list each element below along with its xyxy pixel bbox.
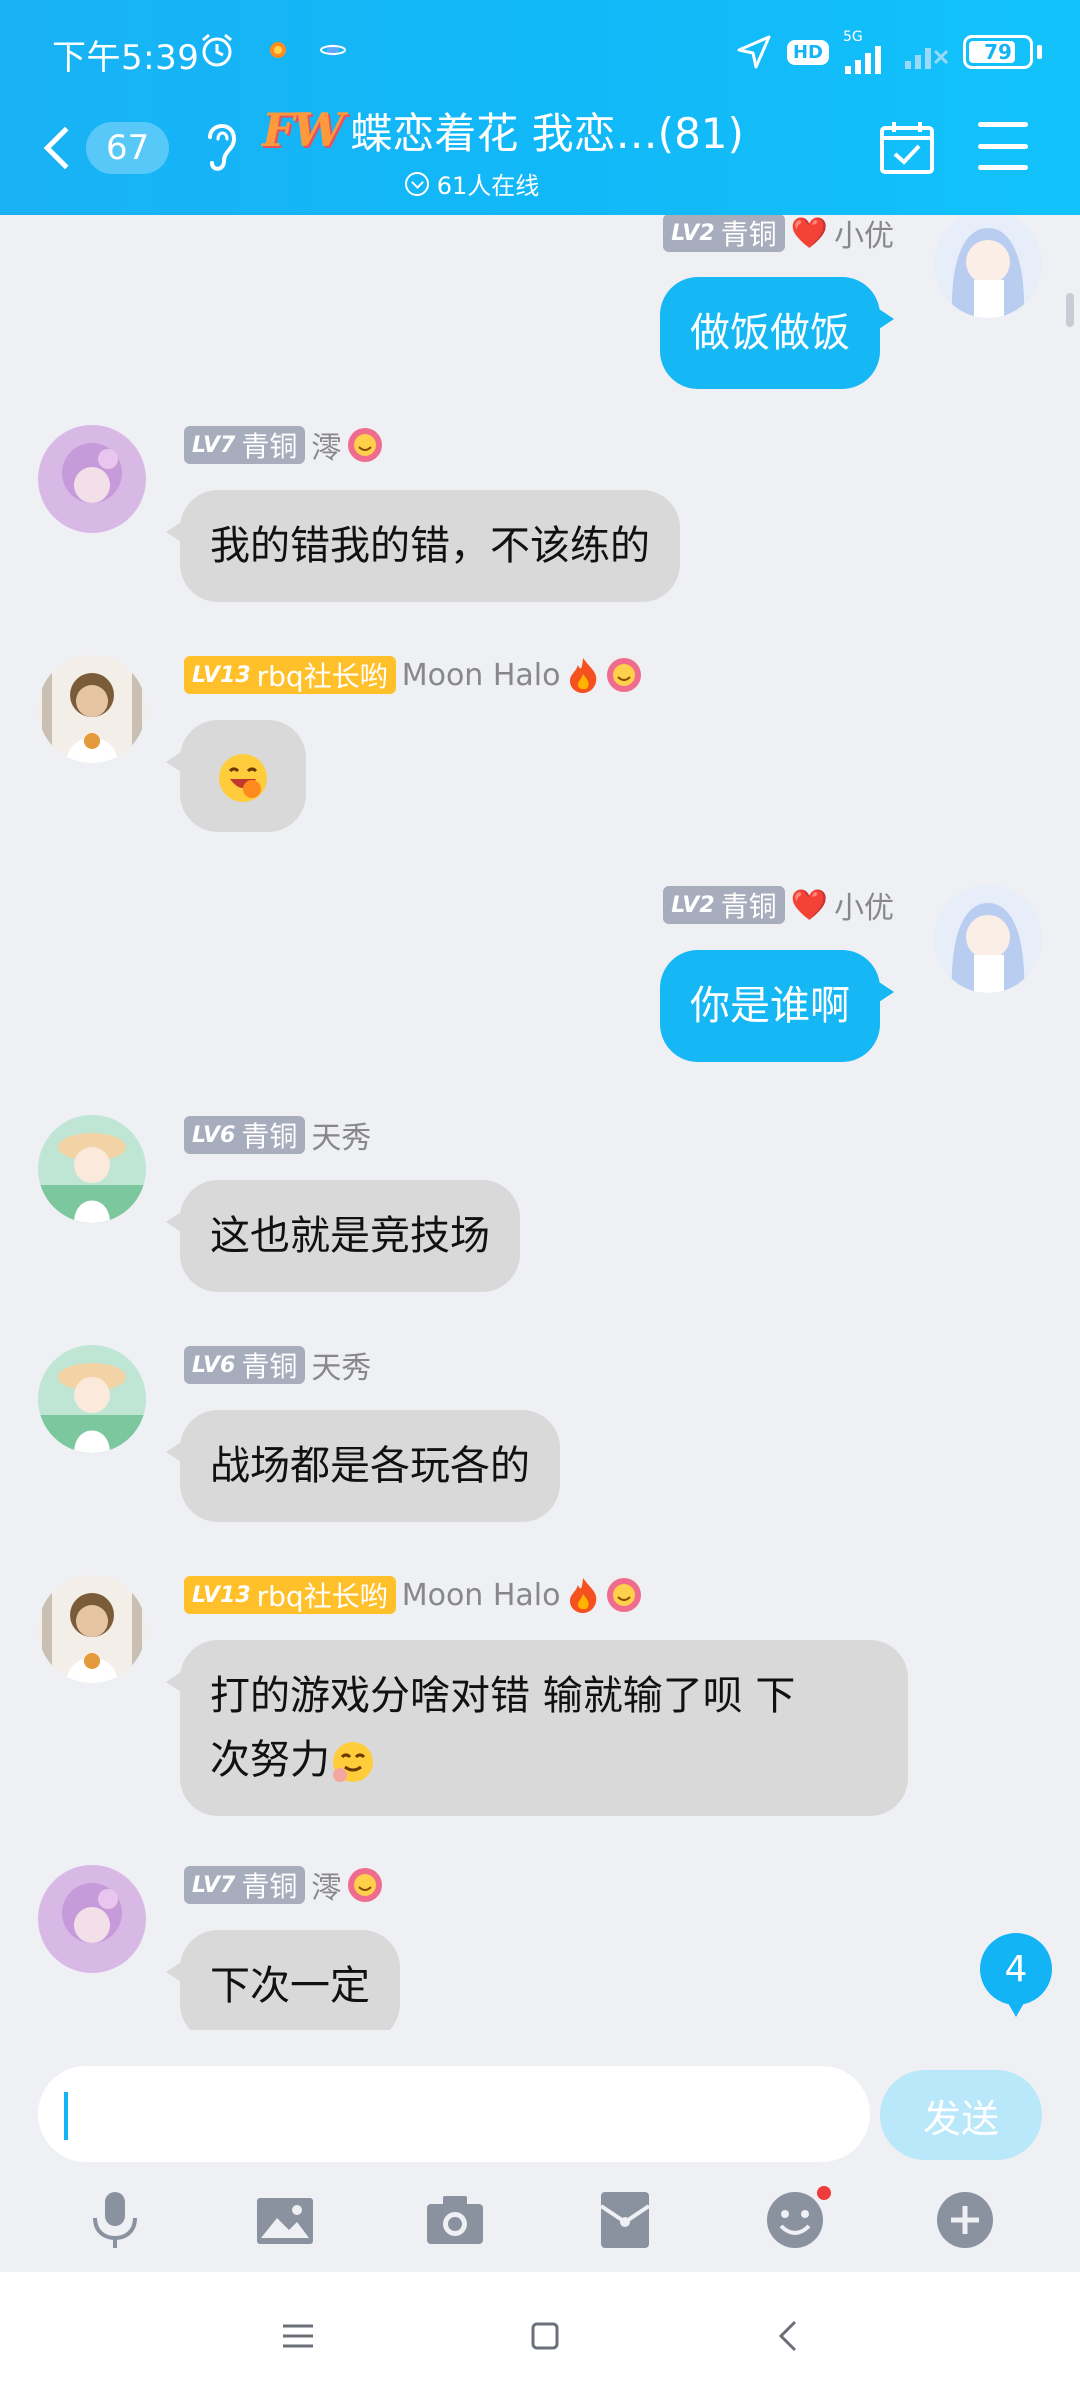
home-icon[interactable]: [530, 2321, 560, 2351]
smiley-icon: [767, 2192, 823, 2248]
message-bubble[interactable]: 战场都是各玩各的: [166, 1410, 560, 1522]
level-badge: LV13 rbq社长哟: [184, 1576, 396, 1614]
fire-icon: [570, 1578, 597, 1613]
image-icon[interactable]: [253, 2188, 317, 2252]
flower-badge-icon: [607, 658, 642, 692]
camera-icon[interactable]: [423, 2188, 487, 2252]
avatar[interactable]: [38, 1575, 146, 1683]
laughing-sticker-icon: [219, 754, 267, 802]
sender-name: 澪: [311, 431, 342, 466]
text-caret: [64, 2092, 68, 2140]
back-button[interactable]: 67: [40, 118, 170, 178]
avatar[interactable]: [38, 1115, 146, 1223]
fire-icon: [570, 658, 597, 693]
message-meta: LV13 rbq社长哟 Moon Halo: [184, 655, 642, 695]
message-bubble[interactable]: 下次一定: [166, 1930, 400, 2030]
sender-name: 天秀: [311, 1351, 372, 1386]
level-badge: LV2 青铜: [663, 886, 785, 924]
message-meta: LV7 青铜 澪: [184, 1865, 383, 1906]
chevron-down-circle-icon: [404, 171, 429, 196]
microphone-icon[interactable]: [83, 2188, 147, 2252]
avatar[interactable]: [38, 1865, 146, 1973]
fw-group-logo: FW: [262, 103, 344, 157]
avatar[interactable]: [934, 885, 1042, 993]
chat-header: 下午5:39 HD 5G 79 67 FW 蝶恋着花 我恋…(81) 61人在线: [0, 0, 1080, 215]
notification-dot: [817, 2186, 831, 2200]
chat-toolbar: [0, 2170, 1080, 2270]
alarm-icon: [202, 33, 232, 67]
heart-icon: ❤️: [790, 887, 828, 923]
scrollbar[interactable]: [1066, 293, 1074, 327]
ear-icon[interactable]: [200, 115, 240, 175]
send-button[interactable]: 发送: [880, 2070, 1042, 2160]
emoji-button[interactable]: [763, 2186, 831, 2252]
new-messages-badge[interactable]: 4: [980, 1933, 1052, 2017]
message-bubble[interactable]: 这也就是竞技场: [166, 1180, 520, 1292]
drooling-face-icon: [333, 1742, 373, 1782]
system-navigation-bar: [0, 2272, 1080, 2400]
online-count: 61人在线: [436, 172, 540, 200]
group-title-area[interactable]: FW 蝶恋着花 我恋…(81) 61人在线: [262, 100, 822, 210]
group-title: 蝶恋着花 我恋…(81): [350, 108, 744, 158]
calendar-check-icon[interactable]: [878, 118, 936, 176]
sender-name: 小优: [834, 891, 894, 926]
flower-badge-icon: [348, 428, 383, 462]
message-meta: LV6 青铜 天秀: [184, 1345, 372, 1386]
sender-name: Moon Halo: [401, 657, 561, 693]
avatar[interactable]: [38, 1345, 146, 1453]
message-bubble[interactable]: 打的游戏分啥对错 输就输了呗 下 次努力: [166, 1640, 908, 1816]
status-bar: 下午5:39 HD 5G 79: [0, 0, 1080, 100]
back-nav-icon[interactable]: [775, 2319, 799, 2353]
level-badge: LV13 rbq社长哟: [184, 656, 396, 694]
level-badge: LV7 青铜: [184, 426, 306, 464]
message-meta: LV6 青铜 天秀: [184, 1115, 372, 1156]
level-badge: LV2 青铜: [663, 215, 785, 252]
sender-name: 天秀: [311, 1121, 372, 1156]
signal-icon: [845, 46, 881, 74]
level-badge: LV6 青铜: [184, 1116, 306, 1154]
message-list[interactable]: LV2 青铜 ❤️ 小优 做饭做饭 LV7 青铜 澪 我的错我的错，不该练的 LV1…: [0, 215, 1080, 2030]
sender-name: 小优: [834, 219, 894, 254]
avatar[interactable]: [38, 425, 146, 533]
message-bubble[interactable]: 做饭做饭: [660, 277, 894, 389]
level-badge: LV7 青铜: [184, 1866, 306, 1904]
battery-indicator: 79: [963, 35, 1033, 69]
red-packet-icon[interactable]: [593, 2188, 657, 2252]
flower-badge-icon: [607, 1578, 642, 1612]
message-bubble[interactable]: 我的错我的错，不该练的: [166, 490, 680, 602]
planet-notification-icon: [320, 44, 346, 56]
message-input[interactable]: [38, 2066, 870, 2162]
input-bar: 发送: [0, 2050, 1080, 2170]
message-bubble[interactable]: 你是谁啊: [660, 950, 894, 1062]
heart-icon: ❤️: [790, 215, 828, 251]
network-type: 5G: [843, 29, 863, 45]
unread-chats-count: 67: [86, 122, 170, 174]
sender-name: 澪: [311, 1871, 342, 1906]
signal-2-icon: [905, 48, 949, 69]
hd-badge: HD: [786, 39, 829, 65]
sender-name: Moon Halo: [401, 1577, 561, 1613]
avatar[interactable]: [934, 215, 1042, 318]
chevron-left-icon: [43, 126, 87, 170]
app-notification-icon: [270, 42, 286, 58]
location-icon: [737, 35, 771, 69]
message-meta: LV13 rbq社长哟 Moon Halo: [184, 1575, 642, 1615]
plus-circle-icon[interactable]: [933, 2188, 997, 2252]
message-meta: LV2 青铜 ❤️ 小优: [663, 885, 894, 926]
flower-badge-icon: [348, 1868, 383, 1902]
message-meta: LV7 青铜 澪: [184, 425, 383, 466]
sticker-bubble[interactable]: [166, 720, 306, 832]
status-time: 下午5:39: [52, 38, 200, 78]
message-meta: LV2 青铜 ❤️ 小优: [663, 215, 894, 254]
avatar[interactable]: [38, 655, 146, 763]
level-badge: LV6 青铜: [184, 1346, 306, 1384]
recent-apps-icon[interactable]: [281, 2322, 315, 2350]
menu-icon[interactable]: [978, 122, 1028, 170]
